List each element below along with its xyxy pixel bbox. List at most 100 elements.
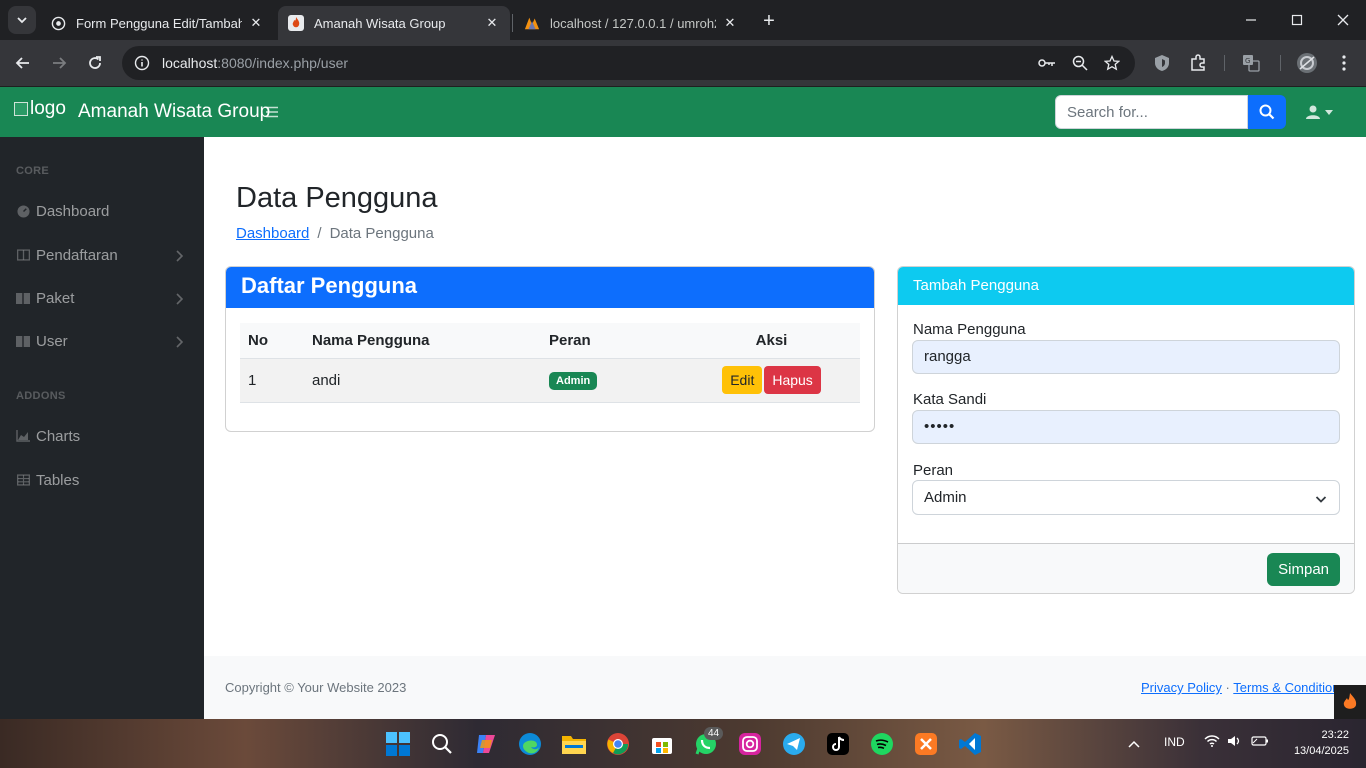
vscode-icon[interactable]: [957, 731, 983, 757]
privacy-policy-link[interactable]: Privacy Policy: [1141, 680, 1222, 695]
profile-avatar-icon[interactable]: [1296, 52, 1318, 74]
close-window-button[interactable]: [1320, 0, 1366, 40]
forward-button[interactable]: [45, 49, 73, 77]
table-icon: [16, 473, 30, 487]
sidebar-item-charts[interactable]: Charts: [0, 418, 204, 454]
copilot-icon[interactable]: [473, 731, 499, 757]
search-input[interactable]: [1055, 95, 1248, 129]
zoom-icon[interactable]: [1071, 54, 1089, 72]
sidebar-item-dashboard[interactable]: Dashboard: [0, 193, 204, 229]
sidebar-item-label: User: [36, 332, 68, 350]
breadcrumb: Dashboard / Data Pengguna: [236, 225, 434, 242]
password-key-icon[interactable]: [1038, 54, 1056, 72]
system-clock[interactable]: 23:22 13/04/2025: [1294, 727, 1349, 759]
browser-tab-active[interactable]: Amanah Wisata Group ✕: [278, 6, 510, 40]
phpmyadmin-favicon-icon: [524, 15, 540, 31]
column-header: No: [240, 323, 304, 359]
user-table: No Nama Pengguna Peran Aksi 1 andi Admin…: [240, 323, 860, 403]
url-path: :8080/index.php/user: [217, 55, 349, 71]
xampp-icon[interactable]: [913, 731, 939, 757]
toolbar-divider: [1280, 55, 1281, 71]
username-field[interactable]: rangga: [912, 340, 1340, 374]
role-select-value: Admin: [924, 489, 967, 506]
store-icon[interactable]: [649, 731, 675, 757]
password-field[interactable]: •••••: [912, 410, 1340, 444]
new-tab-button[interactable]: +: [756, 8, 782, 34]
close-tab-icon[interactable]: ✕: [484, 15, 500, 31]
brand-name[interactable]: Amanah Wisata Group: [78, 101, 270, 123]
tab-title: Form Pengguna Edit/Tambah: [76, 15, 242, 31]
volume-icon[interactable]: [1227, 735, 1243, 750]
sidebar-item-tables[interactable]: Tables: [0, 462, 204, 498]
translate-icon[interactable]: G: [1240, 52, 1262, 74]
save-button[interactable]: Simpan: [1267, 553, 1340, 586]
footer-links: Privacy Policy · Terms & Conditions: [1141, 680, 1346, 695]
add-user-card: Tambah Pengguna Nama Pengguna rangga Kat…: [897, 266, 1355, 594]
wifi-icon[interactable]: [1204, 735, 1220, 750]
sidebar-heading-core: CORE: [16, 165, 50, 177]
search-taskbar-icon[interactable]: [429, 731, 455, 757]
copyright-text: Copyright © Your Website 2023: [225, 680, 407, 695]
xampp-flame-icon[interactable]: [1334, 685, 1366, 719]
page-title: Data Pengguna: [236, 182, 438, 214]
browser-menu-icon[interactable]: [1333, 52, 1355, 74]
tab-title: localhost / 127.0.0.1 / umroh2 /: [550, 15, 716, 31]
language-indicator[interactable]: IND: [1164, 735, 1185, 749]
close-tab-icon[interactable]: ✕: [248, 15, 264, 31]
delete-button[interactable]: Hapus: [764, 366, 821, 394]
main-content: Data Pengguna Dashboard / Data Pengguna …: [204, 137, 1366, 719]
minimize-button[interactable]: [1228, 0, 1274, 40]
browser-toolbar: localhost:8080/index.php/user G: [0, 40, 1366, 86]
sidebar-item-pendaftaran[interactable]: Pendaftaran: [0, 237, 204, 273]
web-page: logo Amanah Wisata Group CORE Dashboard …: [0, 87, 1366, 719]
sidebar-item-label: Dashboard: [36, 202, 110, 220]
bookmark-star-icon[interactable]: [1103, 54, 1121, 72]
shield-extension-icon[interactable]: [1151, 52, 1173, 74]
edit-button[interactable]: Edit: [722, 366, 763, 394]
browser-tab-phpmyadmin[interactable]: localhost / 127.0.0.1 / umroh2 / ✕: [514, 6, 748, 40]
chevron-right-icon: [176, 249, 186, 262]
terms-link[interactable]: Terms & Conditions: [1233, 680, 1346, 695]
tiktok-icon[interactable]: [825, 731, 851, 757]
table-header-row: No Nama Pengguna Peran Aksi: [240, 323, 860, 359]
chevron-right-icon: [176, 292, 186, 305]
maximize-button[interactable]: [1274, 0, 1320, 40]
maximize-icon: [1291, 14, 1303, 26]
chrome-icon[interactable]: [605, 731, 631, 757]
sidebar-item-user[interactable]: User: [0, 323, 204, 359]
spotify-icon[interactable]: [869, 731, 895, 757]
role-select[interactable]: Admin: [912, 480, 1340, 515]
book-icon: [16, 334, 30, 348]
browser-tab-form[interactable]: Form Pengguna Edit/Tambah ✕: [40, 6, 274, 40]
tab-search-button[interactable]: [8, 6, 36, 34]
address-bar[interactable]: localhost:8080/index.php/user: [122, 46, 1135, 80]
chart-area-icon: [16, 429, 30, 443]
search-icon: [1259, 104, 1275, 120]
column-header: Peran: [541, 323, 683, 359]
file-explorer-icon[interactable]: [561, 731, 587, 757]
site-info-icon[interactable]: [126, 55, 158, 71]
windows-start-icon[interactable]: [385, 731, 411, 757]
sidebar-item-paket[interactable]: Paket: [0, 280, 204, 316]
breadcrumb-current: Data Pengguna: [329, 225, 434, 242]
caret-down-icon: [1325, 109, 1333, 115]
card-header: Tambah Pengguna: [898, 267, 1354, 305]
breadcrumb-link-dashboard[interactable]: Dashboard: [236, 225, 309, 242]
extensions-puzzle-icon[interactable]: [1187, 52, 1209, 74]
brand-logo[interactable]: logo: [14, 98, 66, 120]
edge-icon[interactable]: [517, 731, 543, 757]
show-hidden-icons-chevron[interactable]: [1128, 737, 1140, 751]
search-button[interactable]: [1248, 95, 1286, 129]
reload-icon: [89, 56, 101, 69]
user-dropdown[interactable]: [1306, 102, 1340, 122]
back-button[interactable]: [9, 49, 37, 77]
battery-icon[interactable]: [1251, 735, 1269, 750]
close-tab-icon[interactable]: ✕: [722, 15, 738, 31]
password-label: Kata Sandi: [913, 391, 987, 408]
instagram-icon[interactable]: [737, 731, 763, 757]
browser-tab-strip: Form Pengguna Edit/Tambah ✕ Amanah Wisat…: [0, 0, 1366, 40]
reload-button[interactable]: [81, 49, 109, 77]
sidebar-toggle-button[interactable]: [266, 103, 284, 121]
telegram-icon[interactable]: [781, 731, 807, 757]
cell-no: 1: [240, 358, 304, 403]
